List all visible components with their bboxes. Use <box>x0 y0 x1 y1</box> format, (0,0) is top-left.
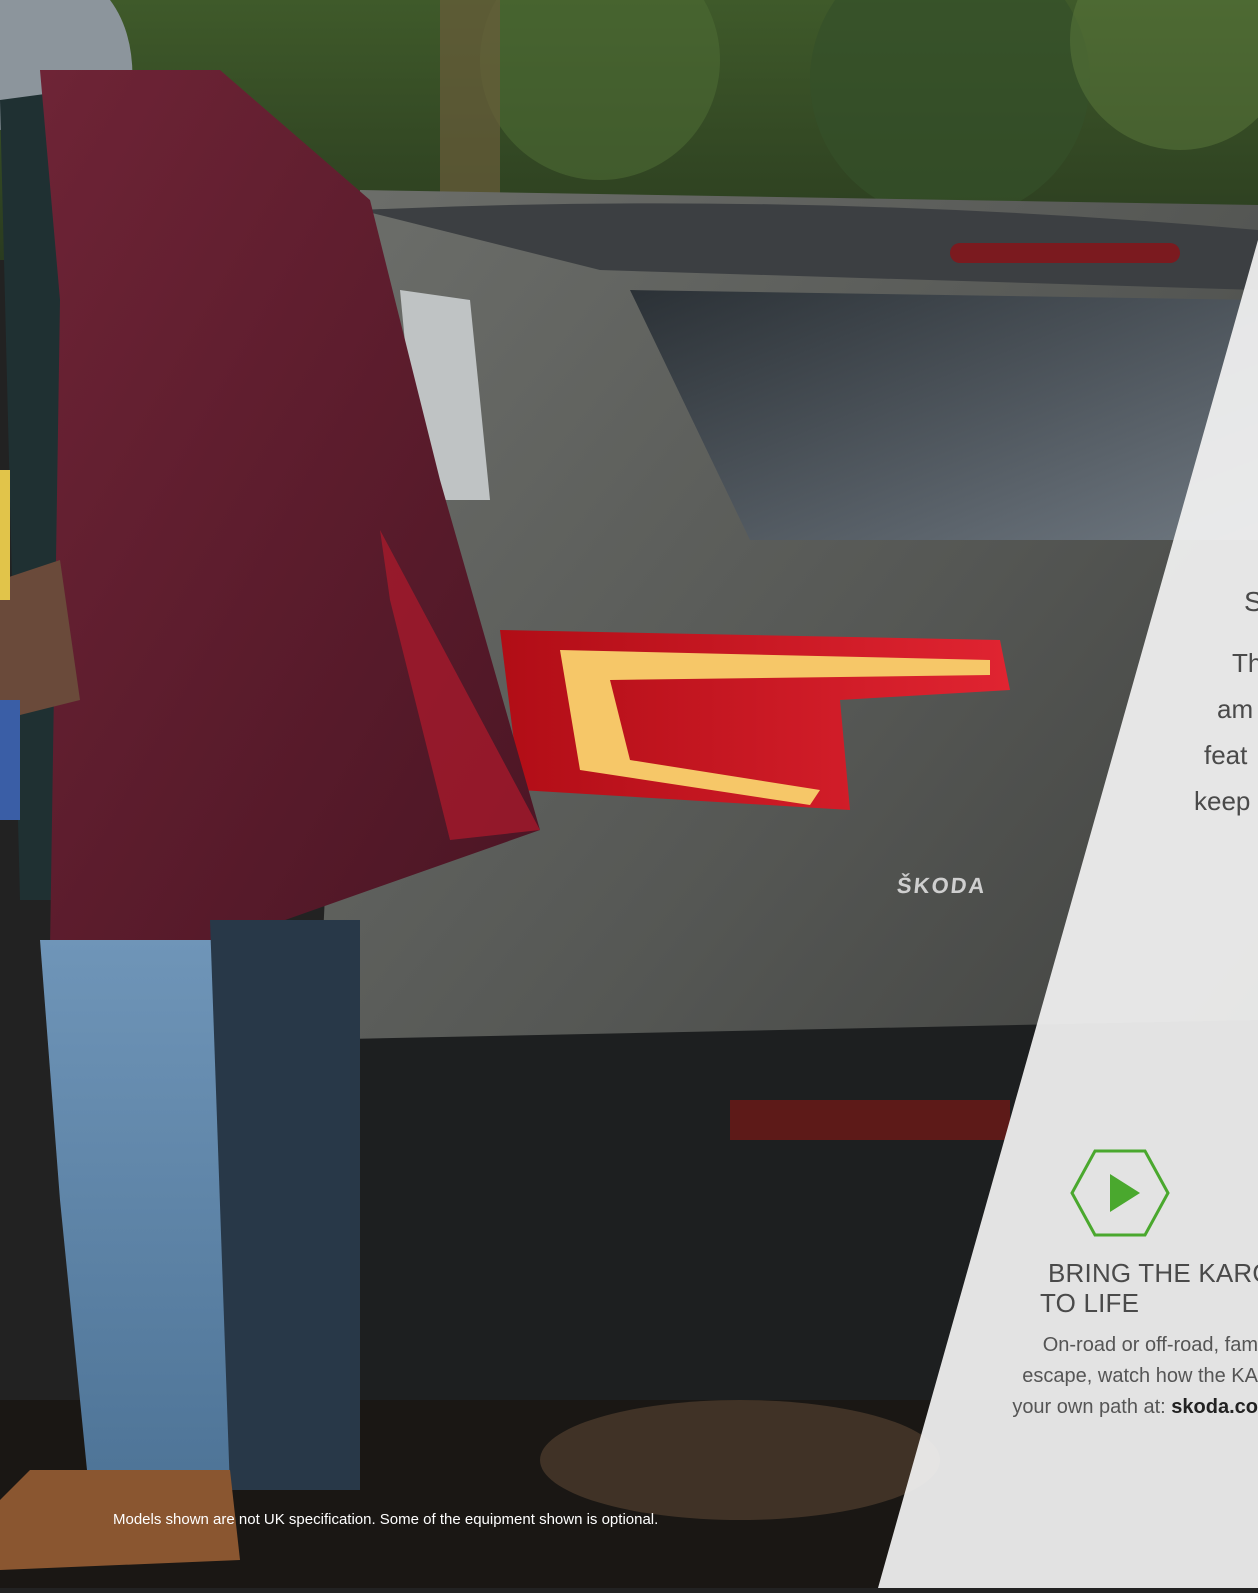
video-headline: BRING THE KARO TO LIFE <box>1040 1258 1258 1318</box>
body-line-2: am <box>1217 694 1254 724</box>
headline-line-1: BRING THE KARO <box>1048 1258 1258 1288</box>
promo-line-3: your own path at: skoda.co <box>1010 1392 1258 1423</box>
panel-heading-fragment: S <box>1244 586 1258 617</box>
panel-body-text: Th am feat keep <box>1190 640 1258 824</box>
skoda-link[interactable]: skoda.co <box>1171 1396 1258 1418</box>
headline-line-2: TO LIFE <box>1040 1288 1140 1318</box>
body-line-1: Th <box>1232 648 1258 678</box>
video-promo-text: On-road or off-road, fam escape, watch h… <box>1010 1330 1258 1423</box>
promo-line-2: escape, watch how the KA <box>1022 1365 1258 1387</box>
body-line-4: keep <box>1194 786 1251 816</box>
play-hexagon-icon[interactable] <box>1070 1148 1170 1238</box>
promo-line-3-prefix: your own path at: <box>1012 1396 1172 1418</box>
body-line-3: feat <box>1204 740 1248 770</box>
car-brand-badge: ŠKODA <box>895 873 988 898</box>
disclaimer-text: Models shown are not UK specification. S… <box>113 1511 659 1528</box>
promo-line-1: On-road or off-road, fam <box>1042 1334 1258 1356</box>
